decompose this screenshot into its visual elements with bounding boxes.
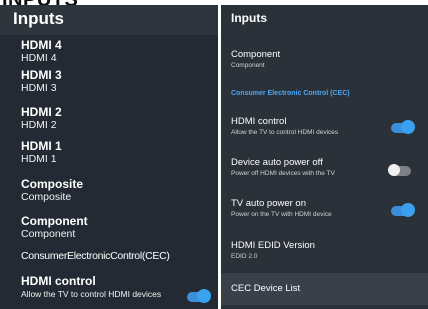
right-cec-panel: Inputs Component Component Consumer Elec…: [221, 5, 428, 309]
hdmi-control-toggle[interactable]: [187, 290, 210, 302]
input-item-component[interactable]: Component Component: [21, 215, 88, 241]
input-item-composite[interactable]: Composite Composite: [21, 178, 83, 204]
input-item-hdmi-1[interactable]: HDMI 1 HDMI 1: [21, 140, 62, 166]
left-inputs-panel: Inputs HDMI 4 HDMI 4 HDMI 3 HDMI 3 HDMI …: [0, 5, 218, 309]
input-name: HDMI 2: [21, 105, 62, 119]
tv-auto-power-on-setting[interactable]: TV auto power on Power on the TV with HD…: [231, 198, 332, 220]
setting-desc: Allow the TV to control HDMI devices: [231, 129, 339, 136]
setting-label: TV auto power on: [231, 198, 306, 209]
device-auto-power-off-switch[interactable]: [388, 164, 411, 176]
input-sub: Component: [21, 228, 76, 240]
cec-section-header: Consumer Electronic Control (CEC): [231, 90, 350, 97]
setting-label: HDMI EDID Version: [231, 240, 315, 251]
toggle-knob: [388, 164, 400, 176]
setting-value: EDID 2.0: [231, 253, 258, 260]
input-name: HDMI 1: [21, 139, 62, 153]
input-name: Component: [21, 214, 88, 228]
input-item-hdmi-3[interactable]: HDMI 3 HDMI 3: [21, 69, 62, 95]
component-item[interactable]: Component Component: [231, 49, 280, 71]
page-title: Inputs: [13, 9, 64, 28]
setting-desc: Power on the TV with HDMI device: [231, 211, 332, 218]
cec-device-list-label: CEC Device List: [231, 283, 301, 294]
tv-auto-power-on-switch[interactable]: [391, 204, 414, 216]
input-item-hdmi-2[interactable]: HDMI 2 HDMI 2: [21, 106, 62, 132]
input-sub: HDMI 2: [21, 119, 57, 131]
hdmi-control-item[interactable]: HDMI control Allow the TV to control HDM…: [21, 275, 161, 300]
hdmi-control-label: HDMI control: [21, 274, 96, 288]
setting-label: Device auto power off: [231, 157, 323, 168]
input-sub: Composite: [21, 191, 72, 203]
input-sub: HDMI 1: [21, 153, 57, 165]
input-sub: HDMI 3: [21, 82, 57, 94]
setting-label: HDMI control: [231, 116, 287, 127]
input-name: Composite: [21, 177, 84, 191]
component-label: Component: [231, 49, 281, 60]
device-auto-power-off-setting[interactable]: Device auto power off Power off HDMI dev…: [231, 157, 335, 179]
setting-desc: Power off HDMI devices with the TV: [231, 170, 335, 177]
left-header: Inputs: [0, 5, 218, 35]
input-name: HDMI 3: [21, 68, 62, 82]
hdmi-control-desc: Allow the TV to control HDMI devices: [21, 289, 162, 299]
cec-label: ConsumerElectronicControl(CEC): [21, 250, 170, 262]
input-name: HDMI 4: [21, 38, 62, 52]
cec-device-list-item[interactable]: CEC Device List: [221, 273, 428, 305]
hdmi-edid-version-setting[interactable]: HDMI EDID Version EDID 2.0: [231, 240, 315, 262]
toggle-knob: [198, 290, 210, 302]
hdmi-control-setting[interactable]: HDMI control Allow the TV to control HDM…: [231, 116, 338, 138]
hdmi-control-switch[interactable]: [391, 121, 414, 133]
cec-menu-item[interactable]: ConsumerElectronicControl(CEC): [21, 250, 170, 262]
input-sub: HDMI 4: [21, 52, 57, 64]
toggle-knob: [402, 121, 414, 133]
toggle-knob: [402, 204, 414, 216]
component-sub: Component: [231, 62, 265, 69]
right-header: Inputs: [221, 5, 428, 35]
input-item-hdmi-4[interactable]: HDMI 4 HDMI 4: [21, 39, 62, 65]
right-title: Inputs: [231, 11, 267, 25]
